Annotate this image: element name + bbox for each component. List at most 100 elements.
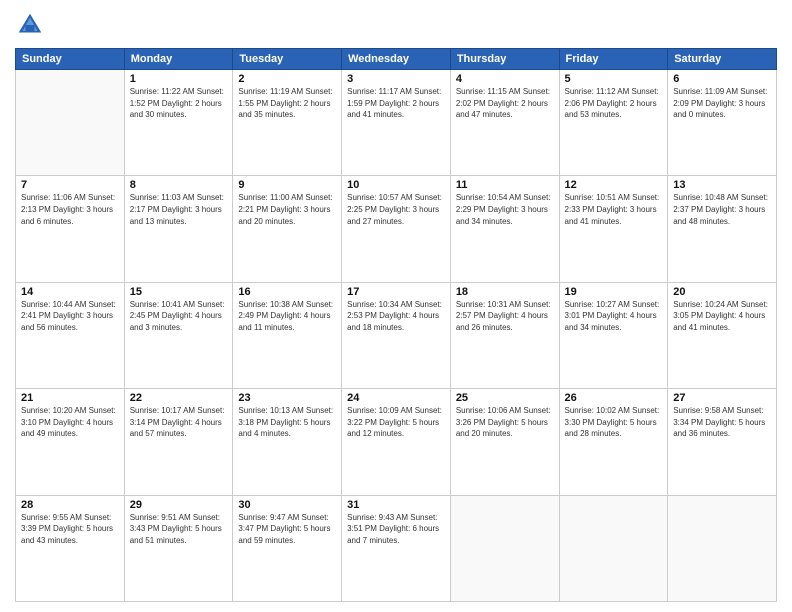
calendar-day-header: Sunday bbox=[16, 49, 125, 70]
calendar-week-row: 1Sunrise: 11:22 AM Sunset: 1:52 PM Dayli… bbox=[16, 70, 777, 176]
day-info: Sunrise: 10:02 AM Sunset: 3:30 PM Daylig… bbox=[565, 405, 663, 440]
day-info: Sunrise: 11:15 AM Sunset: 2:02 PM Daylig… bbox=[456, 86, 554, 121]
calendar-cell: 12Sunrise: 10:51 AM Sunset: 2:33 PM Dayl… bbox=[559, 176, 668, 282]
day-info: Sunrise: 10:27 AM Sunset: 3:01 PM Daylig… bbox=[565, 299, 663, 334]
day-number: 7 bbox=[21, 179, 119, 191]
day-number: 2 bbox=[238, 73, 336, 85]
day-number: 31 bbox=[347, 499, 445, 511]
calendar-cell: 18Sunrise: 10:31 AM Sunset: 2:57 PM Dayl… bbox=[450, 282, 559, 388]
calendar-cell: 15Sunrise: 10:41 AM Sunset: 2:45 PM Dayl… bbox=[124, 282, 233, 388]
day-info: Sunrise: 10:38 AM Sunset: 2:49 PM Daylig… bbox=[238, 299, 336, 334]
day-number: 17 bbox=[347, 286, 445, 298]
day-info: Sunrise: 10:13 AM Sunset: 3:18 PM Daylig… bbox=[238, 405, 336, 440]
calendar-cell: 24Sunrise: 10:09 AM Sunset: 3:22 PM Dayl… bbox=[342, 389, 451, 495]
day-info: Sunrise: 10:17 AM Sunset: 3:14 PM Daylig… bbox=[130, 405, 228, 440]
day-number: 22 bbox=[130, 392, 228, 404]
day-number: 10 bbox=[347, 179, 445, 191]
day-number: 6 bbox=[673, 73, 771, 85]
calendar-day-header: Saturday bbox=[668, 49, 777, 70]
logo bbox=[15, 10, 49, 40]
calendar-cell: 6Sunrise: 11:09 AM Sunset: 2:09 PM Dayli… bbox=[668, 70, 777, 176]
calendar-cell: 9Sunrise: 11:00 AM Sunset: 2:21 PM Dayli… bbox=[233, 176, 342, 282]
day-info: Sunrise: 10:41 AM Sunset: 2:45 PM Daylig… bbox=[130, 299, 228, 334]
calendar-cell: 16Sunrise: 10:38 AM Sunset: 2:49 PM Dayl… bbox=[233, 282, 342, 388]
day-number: 24 bbox=[347, 392, 445, 404]
calendar-table: SundayMondayTuesdayWednesdayThursdayFrid… bbox=[15, 48, 777, 602]
day-number: 28 bbox=[21, 499, 119, 511]
day-info: Sunrise: 10:09 AM Sunset: 3:22 PM Daylig… bbox=[347, 405, 445, 440]
calendar-cell: 22Sunrise: 10:17 AM Sunset: 3:14 PM Dayl… bbox=[124, 389, 233, 495]
calendar-cell bbox=[559, 495, 668, 601]
day-number: 16 bbox=[238, 286, 336, 298]
calendar-cell: 11Sunrise: 10:54 AM Sunset: 2:29 PM Dayl… bbox=[450, 176, 559, 282]
day-info: Sunrise: 11:03 AM Sunset: 2:17 PM Daylig… bbox=[130, 192, 228, 227]
calendar-cell: 2Sunrise: 11:19 AM Sunset: 1:55 PM Dayli… bbox=[233, 70, 342, 176]
day-info: Sunrise: 10:48 AM Sunset: 2:37 PM Daylig… bbox=[673, 192, 771, 227]
calendar-day-header: Monday bbox=[124, 49, 233, 70]
calendar-cell: 17Sunrise: 10:34 AM Sunset: 2:53 PM Dayl… bbox=[342, 282, 451, 388]
day-info: Sunrise: 10:31 AM Sunset: 2:57 PM Daylig… bbox=[456, 299, 554, 334]
calendar-cell: 25Sunrise: 10:06 AM Sunset: 3:26 PM Dayl… bbox=[450, 389, 559, 495]
calendar-cell: 20Sunrise: 10:24 AM Sunset: 3:05 PM Dayl… bbox=[668, 282, 777, 388]
logo-icon bbox=[15, 10, 45, 40]
day-info: Sunrise: 10:51 AM Sunset: 2:33 PM Daylig… bbox=[565, 192, 663, 227]
calendar-cell bbox=[668, 495, 777, 601]
page: SundayMondayTuesdayWednesdayThursdayFrid… bbox=[0, 0, 792, 612]
day-info: Sunrise: 10:06 AM Sunset: 3:26 PM Daylig… bbox=[456, 405, 554, 440]
calendar-cell: 29Sunrise: 9:51 AM Sunset: 3:43 PM Dayli… bbox=[124, 495, 233, 601]
calendar-cell: 23Sunrise: 10:13 AM Sunset: 3:18 PM Dayl… bbox=[233, 389, 342, 495]
day-number: 15 bbox=[130, 286, 228, 298]
calendar-cell: 3Sunrise: 11:17 AM Sunset: 1:59 PM Dayli… bbox=[342, 70, 451, 176]
day-info: Sunrise: 11:09 AM Sunset: 2:09 PM Daylig… bbox=[673, 86, 771, 121]
calendar-cell: 28Sunrise: 9:55 AM Sunset: 3:39 PM Dayli… bbox=[16, 495, 125, 601]
calendar-week-row: 21Sunrise: 10:20 AM Sunset: 3:10 PM Dayl… bbox=[16, 389, 777, 495]
header bbox=[15, 10, 777, 40]
calendar-cell: 8Sunrise: 11:03 AM Sunset: 2:17 PM Dayli… bbox=[124, 176, 233, 282]
calendar-day-header: Friday bbox=[559, 49, 668, 70]
day-info: Sunrise: 11:00 AM Sunset: 2:21 PM Daylig… bbox=[238, 192, 336, 227]
calendar-cell: 26Sunrise: 10:02 AM Sunset: 3:30 PM Dayl… bbox=[559, 389, 668, 495]
calendar-day-header: Tuesday bbox=[233, 49, 342, 70]
day-info: Sunrise: 9:47 AM Sunset: 3:47 PM Dayligh… bbox=[238, 512, 336, 547]
day-number: 4 bbox=[456, 73, 554, 85]
calendar-cell: 14Sunrise: 10:44 AM Sunset: 2:41 PM Dayl… bbox=[16, 282, 125, 388]
day-number: 30 bbox=[238, 499, 336, 511]
day-info: Sunrise: 9:51 AM Sunset: 3:43 PM Dayligh… bbox=[130, 512, 228, 547]
day-info: Sunrise: 9:58 AM Sunset: 3:34 PM Dayligh… bbox=[673, 405, 771, 440]
day-info: Sunrise: 11:06 AM Sunset: 2:13 PM Daylig… bbox=[21, 192, 119, 227]
day-number: 5 bbox=[565, 73, 663, 85]
day-number: 11 bbox=[456, 179, 554, 191]
calendar-cell bbox=[450, 495, 559, 601]
day-info: Sunrise: 9:43 AM Sunset: 3:51 PM Dayligh… bbox=[347, 512, 445, 547]
day-number: 20 bbox=[673, 286, 771, 298]
day-number: 23 bbox=[238, 392, 336, 404]
day-info: Sunrise: 9:55 AM Sunset: 3:39 PM Dayligh… bbox=[21, 512, 119, 547]
day-info: Sunrise: 10:57 AM Sunset: 2:25 PM Daylig… bbox=[347, 192, 445, 227]
day-info: Sunrise: 10:44 AM Sunset: 2:41 PM Daylig… bbox=[21, 299, 119, 334]
day-number: 8 bbox=[130, 179, 228, 191]
calendar-cell: 30Sunrise: 9:47 AM Sunset: 3:47 PM Dayli… bbox=[233, 495, 342, 601]
day-number: 9 bbox=[238, 179, 336, 191]
day-number: 1 bbox=[130, 73, 228, 85]
day-number: 14 bbox=[21, 286, 119, 298]
calendar-cell: 31Sunrise: 9:43 AM Sunset: 3:51 PM Dayli… bbox=[342, 495, 451, 601]
day-info: Sunrise: 10:24 AM Sunset: 3:05 PM Daylig… bbox=[673, 299, 771, 334]
calendar-week-row: 28Sunrise: 9:55 AM Sunset: 3:39 PM Dayli… bbox=[16, 495, 777, 601]
calendar-week-row: 7Sunrise: 11:06 AM Sunset: 2:13 PM Dayli… bbox=[16, 176, 777, 282]
day-info: Sunrise: 10:20 AM Sunset: 3:10 PM Daylig… bbox=[21, 405, 119, 440]
calendar-cell bbox=[16, 70, 125, 176]
day-info: Sunrise: 11:22 AM Sunset: 1:52 PM Daylig… bbox=[130, 86, 228, 121]
calendar-cell: 7Sunrise: 11:06 AM Sunset: 2:13 PM Dayli… bbox=[16, 176, 125, 282]
calendar-cell: 1Sunrise: 11:22 AM Sunset: 1:52 PM Dayli… bbox=[124, 70, 233, 176]
day-number: 3 bbox=[347, 73, 445, 85]
day-info: Sunrise: 10:54 AM Sunset: 2:29 PM Daylig… bbox=[456, 192, 554, 227]
calendar-cell: 13Sunrise: 10:48 AM Sunset: 2:37 PM Dayl… bbox=[668, 176, 777, 282]
calendar-header-row: SundayMondayTuesdayWednesdayThursdayFrid… bbox=[16, 49, 777, 70]
calendar-day-header: Thursday bbox=[450, 49, 559, 70]
calendar-cell: 21Sunrise: 10:20 AM Sunset: 3:10 PM Dayl… bbox=[16, 389, 125, 495]
calendar-cell: 5Sunrise: 11:12 AM Sunset: 2:06 PM Dayli… bbox=[559, 70, 668, 176]
day-number: 12 bbox=[565, 179, 663, 191]
calendar-day-header: Wednesday bbox=[342, 49, 451, 70]
day-number: 18 bbox=[456, 286, 554, 298]
day-number: 29 bbox=[130, 499, 228, 511]
